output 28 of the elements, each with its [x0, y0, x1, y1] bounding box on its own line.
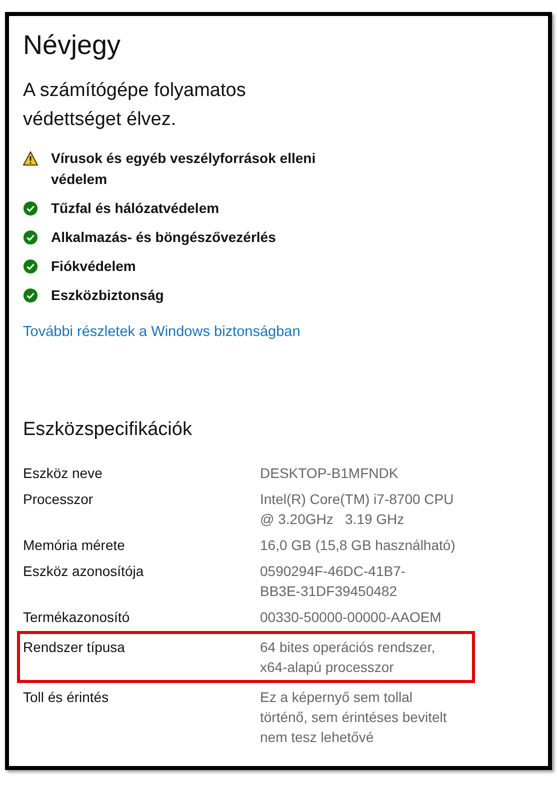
status-label: Eszközbiztonság	[51, 286, 164, 305]
status-label: Vírusok és egyéb veszélyforrások elleni védelem	[51, 149, 316, 189]
spec-value: 00330-50000-00000-AAOEM	[260, 608, 442, 627]
check-circle-icon	[23, 230, 38, 245]
check-circle-icon	[23, 288, 38, 303]
page-title: Névjegy	[23, 29, 122, 62]
check-circle-icon	[23, 201, 38, 216]
spec-label: Rendszer típusa	[23, 638, 126, 657]
protection-message: A számítógépe folyamatos védettséget élvez.	[23, 79, 247, 132]
status-label: Alkalmazás- és böngészővezérlés	[51, 228, 276, 247]
spec-label: Toll és érintés	[23, 688, 110, 707]
warning-icon	[23, 151, 38, 166]
spec-value: Ez a képernyő sem tollal történő, sem érintéses bevitelt nem tesz lehetővé	[260, 688, 448, 747]
spec-label: Termékazonosító	[23, 608, 131, 627]
spec-value: DESKTOP-B1MFNDK	[260, 464, 400, 483]
spec-value: 0590294F-46DC-41B7- BB3E-31DF39450482	[260, 562, 407, 601]
spec-label: Eszköz neve	[23, 464, 104, 483]
security-details-link[interactable]: További részletek a Windows biztonságban	[23, 324, 300, 340]
spec-value: Intel(R) Core(TM) i7-8700 CPU @ 3.20GHz 3.19 GHz	[260, 490, 455, 529]
spec-label: Memória mérete	[23, 536, 126, 555]
status-label: Tűzfal és hálózatvédelem	[51, 199, 220, 218]
spec-value: 16,0 GB (15,8 GB használható)	[260, 536, 456, 555]
status-label: Fiókvédelem	[51, 257, 136, 276]
spec-label: Eszköz azonosítója	[23, 562, 145, 581]
section-heading: Eszközspecifikációk	[23, 419, 193, 441]
check-circle-icon	[23, 259, 38, 274]
spec-value: 64 bites operációs rendszer, x64-alapú processzor	[260, 638, 436, 677]
spec-label: Processzor	[23, 490, 94, 509]
